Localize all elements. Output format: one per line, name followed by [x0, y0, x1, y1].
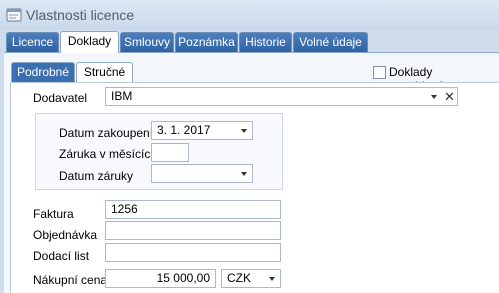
- order-input[interactable]: [105, 221, 281, 240]
- order-label: Objednávka: [33, 228, 98, 242]
- invoice-label: Faktura: [33, 207, 74, 221]
- chevron-down-icon[interactable]: [269, 277, 275, 281]
- price-label: Nákupní cena: [33, 273, 108, 287]
- window-title: Vlastnosti licence: [26, 7, 135, 23]
- supplier-label: Dodavatel: [33, 91, 88, 105]
- invoice-value: 1256: [111, 202, 138, 216]
- supplier-select[interactable]: IBM ✕: [105, 87, 458, 106]
- chevron-down-icon[interactable]: [431, 95, 437, 99]
- tab-smlouvy[interactable]: Smlouvy: [120, 32, 174, 52]
- delivery-note-input[interactable]: [105, 243, 281, 262]
- warranty-date-picker[interactable]: [151, 164, 253, 183]
- purchase-date-picker[interactable]: 3. 1. 2017: [151, 121, 253, 140]
- title-bar: Vlastnosti licence: [0, 0, 499, 30]
- supplier-value: IBM: [111, 89, 133, 103]
- subtab-strucne[interactable]: Stručné: [76, 62, 133, 82]
- tab-doklady[interactable]: Doklady: [60, 31, 119, 53]
- tab-volne-udaje[interactable]: Volné údaje: [293, 32, 368, 52]
- tab-poznamka[interactable]: Poznámka: [175, 32, 238, 52]
- subtab-podrobne[interactable]: Podrobné: [11, 62, 75, 82]
- price-value: 15 000,00: [156, 271, 210, 285]
- delivery-note-label: Dodací list: [33, 249, 90, 263]
- invoice-input[interactable]: 1256: [105, 200, 281, 219]
- clear-icon[interactable]: ✕: [444, 90, 455, 103]
- warranty-months-input[interactable]: [151, 143, 189, 162]
- currency-value: CZK: [227, 271, 251, 285]
- tab-licence[interactable]: Licence: [6, 32, 59, 52]
- doklady-neevidovany-checkbox[interactable]: [373, 66, 386, 79]
- currency-select[interactable]: CZK: [221, 269, 281, 288]
- price-input[interactable]: 15 000,00: [105, 269, 216, 288]
- tab-historie[interactable]: Historie: [239, 32, 292, 52]
- chevron-down-icon[interactable]: [241, 129, 247, 133]
- warranty-months-label: Záruka v měsících: [59, 147, 158, 161]
- document-icon: [6, 8, 22, 22]
- chevron-down-icon[interactable]: [241, 172, 247, 176]
- warranty-date-label: Datum záruky: [59, 169, 134, 183]
- purchase-date-value: 3. 1. 2017: [157, 123, 211, 137]
- purchase-date-label: Datum zakoupení: [59, 126, 154, 140]
